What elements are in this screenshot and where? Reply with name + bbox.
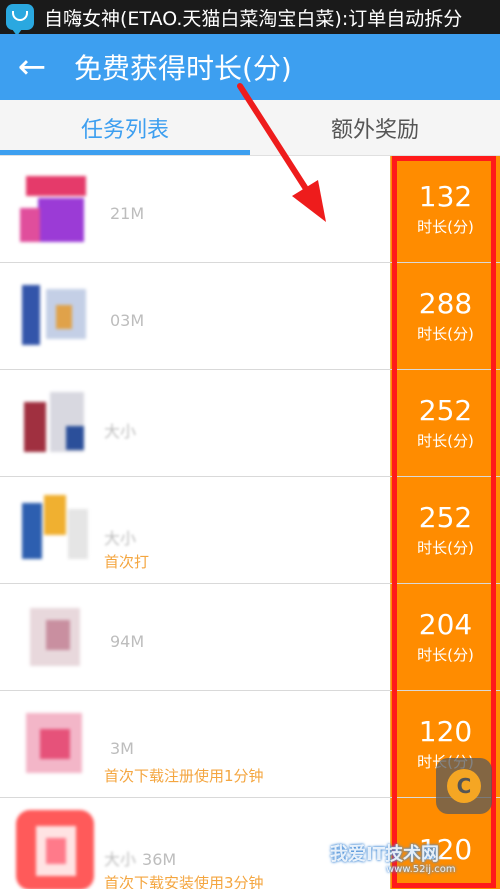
reward-unit: 时长(分) (417, 324, 474, 343)
list-item[interactable]: 大小 首次打 252 时长(分) (0, 477, 500, 584)
floating-assist-button[interactable]: C (436, 758, 492, 814)
list-item[interactable]: 大小 252 时长(分) (0, 370, 500, 477)
reward-badge[interactable]: 132 时长(分) (390, 156, 500, 262)
tab-label: 任务列表 (80, 117, 169, 143)
reward-unit: 时长(分) (417, 538, 474, 557)
list-item[interactable]: 03M 288 时长(分) (0, 263, 500, 370)
c-logo-icon: C (447, 769, 481, 803)
reward-badge[interactable]: 252 时长(分) (390, 477, 500, 583)
reward-value: 120 (418, 715, 473, 749)
reward-value: 120 (418, 832, 473, 866)
app-size: 94M (110, 632, 145, 651)
list-item[interactable]: 3M 首次下载注册使用1分钟 120 时长(分) (0, 691, 500, 798)
reward-badge[interactable]: 252 时长(分) (390, 370, 500, 476)
reward-value: 204 (418, 608, 473, 642)
status-notification-text: 自嗨女神(ETAO.天猫白菜淘宝白菜):订单自动拆分 (44, 7, 463, 30)
reward-value: 252 (418, 501, 473, 535)
page-title: 免费获得时长(分) (74, 52, 292, 85)
reward-badge[interactable]: 204 时长(分) (390, 584, 500, 690)
tab-extra-reward[interactable]: 额外奖励 (250, 100, 500, 155)
app-icon (16, 168, 94, 248)
app-icon (16, 275, 94, 355)
app-size: 大小 (104, 422, 137, 441)
task-hint: 首次下载注册使用1分钟 (104, 767, 264, 785)
app-size: 03M (110, 311, 145, 330)
task-hint: 首次下载安装使用3分钟 (104, 874, 264, 889)
arrow-left-icon[interactable]: ← (0, 34, 64, 100)
app-icon (16, 810, 94, 889)
app-size: 3M (110, 739, 134, 758)
reward-value: 288 (418, 287, 473, 321)
reward-unit: 时长(分) (417, 217, 474, 236)
reward-unit: 时长(分) (417, 645, 474, 664)
app-size: 21M (110, 204, 145, 223)
tab-task-list[interactable]: 任务列表 (0, 100, 250, 155)
task-hint: 首次打 (104, 553, 150, 571)
list-item[interactable]: 21M 132 时长(分) (0, 156, 500, 263)
reward-value: 252 (418, 394, 473, 428)
app-icon (16, 489, 94, 569)
task-list: 21M 132 时长(分) 03M 288 时长(分) 大小 252 时长(分)… (0, 156, 500, 889)
app-icon (16, 382, 94, 462)
status-bar: 自嗨女神(ETAO.天猫白菜淘宝白菜):订单自动拆分 (0, 0, 500, 34)
tab-label: 额外奖励 (330, 117, 419, 143)
chat-bubble-icon (6, 4, 34, 34)
reward-unit: 时长(分) (417, 431, 474, 450)
app-icon (16, 703, 94, 783)
list-item[interactable]: 大小 36M 首次下载安装使用3分钟 120 (0, 798, 500, 889)
app-size: 大小 (104, 529, 137, 548)
app-size: 大小 36M (104, 850, 177, 869)
app-bar: ← 免费获得时长(分) (0, 34, 500, 100)
app-icon (16, 596, 94, 676)
reward-value: 132 (418, 180, 473, 214)
reward-badge[interactable]: 288 时长(分) (390, 263, 500, 369)
tab-bar: 任务列表 额外奖励 (0, 100, 500, 156)
list-item[interactable]: 94M 204 时长(分) (0, 584, 500, 691)
